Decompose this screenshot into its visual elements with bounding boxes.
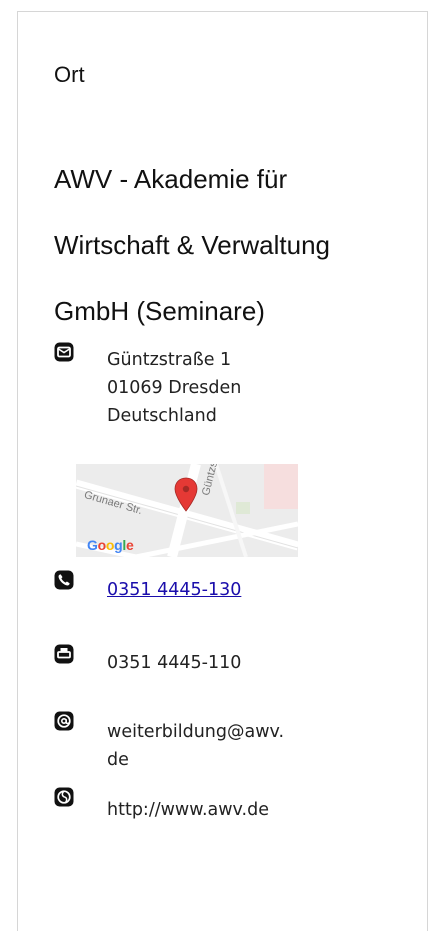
printer-icon (54, 644, 74, 664)
email-line: de (107, 750, 129, 770)
organization-name: AWV - Akademie für Wirtschaft & Verwaltu… (54, 146, 404, 344)
address-country: Deutschland (107, 406, 217, 426)
address-block: Güntzstraße 1 01069 Dresden Deutschland (107, 346, 241, 430)
phone-icon (54, 570, 74, 590)
organization-name-line: GmbH (Seminare) (54, 296, 265, 326)
fax-value: 0351 4445-110 (107, 653, 242, 673)
envelope-icon (54, 342, 74, 362)
phone-value: 0351 4445-130 (107, 576, 241, 604)
address-street: Güntzstraße 1 (107, 350, 232, 370)
section-heading: Ort (54, 62, 85, 87)
email-value[interactable]: weiterbildung@awv. de (107, 718, 284, 774)
address-city: 01069 Dresden (107, 378, 242, 398)
organization-name-line: Wirtschaft & Verwaltung (54, 230, 330, 260)
organization-name-line: AWV - Akademie für (54, 164, 288, 194)
email-line: weiterbildung@awv. (107, 722, 285, 742)
phone-link[interactable]: 0351 4445-130 (107, 580, 241, 600)
website-value[interactable]: http://www.awv.de (107, 796, 269, 824)
at-sign-icon (54, 711, 74, 731)
google-logo: Google (87, 537, 134, 553)
map-thumbnail[interactable]: Grunaer Str. Güntzstra Google (76, 464, 298, 557)
globe-icon (54, 787, 74, 807)
